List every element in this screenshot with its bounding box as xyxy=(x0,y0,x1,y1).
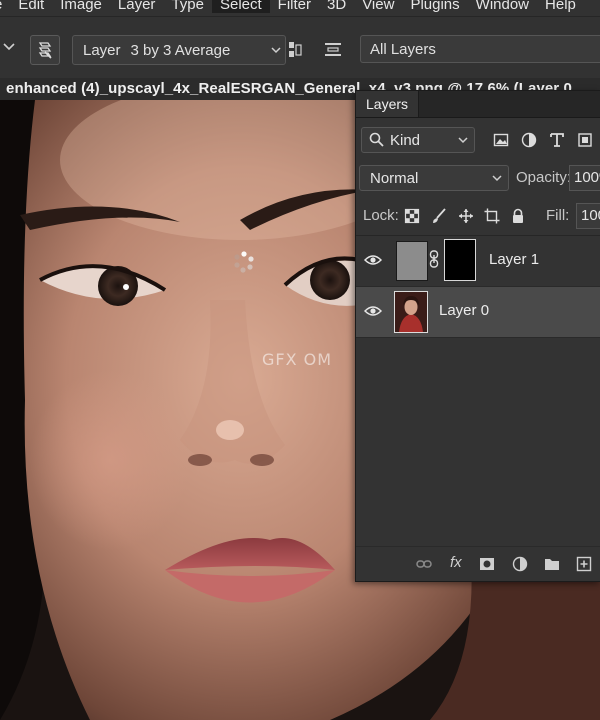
chevron-down-icon xyxy=(267,44,285,56)
eye-icon[interactable] xyxy=(364,253,382,267)
lock-row: Lock: Fill: 100% xyxy=(356,203,600,229)
layers-panel-header: Layers xyxy=(356,91,600,118)
type-filter-icon[interactable] xyxy=(549,132,565,148)
menu-help[interactable]: Help xyxy=(537,0,584,13)
menu-bar: e Edit Image Layer Type Select Filter 3D… xyxy=(0,0,600,16)
kind-filter-select[interactable]: Kind xyxy=(361,127,475,153)
layer-thumbnail[interactable] xyxy=(394,291,428,333)
portrait-thumbnail-image xyxy=(395,292,427,332)
menu-layer[interactable]: Layer xyxy=(110,0,164,13)
options-bar: Layer 3 by 3 Average All Layers xyxy=(0,16,600,80)
menu-window[interactable]: Window xyxy=(468,0,537,13)
search-icon xyxy=(369,132,384,147)
quick-selection-tool-icon[interactable] xyxy=(30,35,60,65)
layer-name[interactable]: Layer 1 xyxy=(489,251,539,268)
chevron-down-icon[interactable] xyxy=(2,39,16,53)
chevron-down-icon xyxy=(492,175,502,182)
menu-image[interactable]: Image xyxy=(52,0,110,13)
opacity-label: Opacity: xyxy=(516,169,572,186)
watermark-text: GFX OM xyxy=(262,350,333,369)
layer-row-layer-0[interactable]: Layer 0 xyxy=(356,287,600,338)
adjustment-filter-icon[interactable] xyxy=(521,132,537,148)
layer-filter-row: Kind xyxy=(356,127,600,155)
menu-plugins[interactable]: Plugins xyxy=(402,0,467,13)
new-group-icon[interactable] xyxy=(544,556,560,572)
lock-transparent-icon[interactable] xyxy=(404,208,420,224)
menu-edit[interactable]: Edit xyxy=(10,0,52,13)
layers-panel-footer: fx xyxy=(356,546,600,581)
sample-value: 3 by 3 Average xyxy=(130,41,231,59)
blend-mode-select[interactable]: Normal xyxy=(359,165,509,191)
opacity-input[interactable]: 100% xyxy=(569,165,600,191)
blend-row: Normal Opacity: 100% xyxy=(356,165,600,193)
layers-panel: Layers Kind Normal Opacity: 100 Lock: Fi… xyxy=(355,90,600,582)
adjustment-layer-icon[interactable] xyxy=(512,556,528,572)
loading-spinner-icon xyxy=(234,251,254,273)
kind-filter-value: Kind xyxy=(390,131,421,149)
lock-image-icon[interactable] xyxy=(431,208,447,224)
eye-icon[interactable] xyxy=(364,304,382,318)
shape-filter-icon[interactable] xyxy=(577,132,593,148)
fill-label: Fill: xyxy=(546,207,570,224)
menu-select[interactable]: Select xyxy=(211,0,270,13)
chevron-down-icon xyxy=(458,137,468,144)
layer-mask-thumbnail[interactable] xyxy=(444,239,476,281)
menu-3d[interactable]: 3D xyxy=(319,0,354,13)
add-mask-icon[interactable] xyxy=(479,556,495,572)
link-layers-icon[interactable] xyxy=(416,556,432,572)
align-icon[interactable] xyxy=(324,41,342,57)
link-mask-icon[interactable] xyxy=(429,250,439,268)
fx-icon[interactable]: fx xyxy=(450,554,462,571)
layer-name[interactable]: Layer 0 xyxy=(439,302,489,319)
lock-artboard-icon[interactable] xyxy=(484,208,500,224)
menu-view[interactable]: View xyxy=(354,0,402,13)
tab-layers[interactable]: Layers xyxy=(356,91,420,117)
layers-scope-select[interactable]: All Layers xyxy=(360,35,600,63)
lock-label: Lock: xyxy=(363,207,399,224)
lock-position-icon[interactable] xyxy=(458,208,474,224)
lock-all-icon[interactable] xyxy=(510,208,526,224)
sample-label: Layer xyxy=(83,41,121,59)
layer-row-layer-1[interactable]: Layer 1 xyxy=(356,236,600,287)
layer-thumbnail[interactable] xyxy=(396,241,428,281)
fill-input[interactable]: 100% xyxy=(576,203,600,229)
blend-mode-value: Normal xyxy=(370,169,419,187)
sample-all-layers-icon[interactable] xyxy=(288,41,302,59)
image-filter-icon[interactable] xyxy=(493,132,509,148)
menu-file[interactable]: e xyxy=(0,0,10,13)
menu-filter[interactable]: Filter xyxy=(270,0,319,13)
menu-type[interactable]: Type xyxy=(163,0,212,13)
new-layer-icon[interactable] xyxy=(576,556,592,572)
sample-size-select[interactable]: Layer 3 by 3 Average xyxy=(72,35,286,65)
